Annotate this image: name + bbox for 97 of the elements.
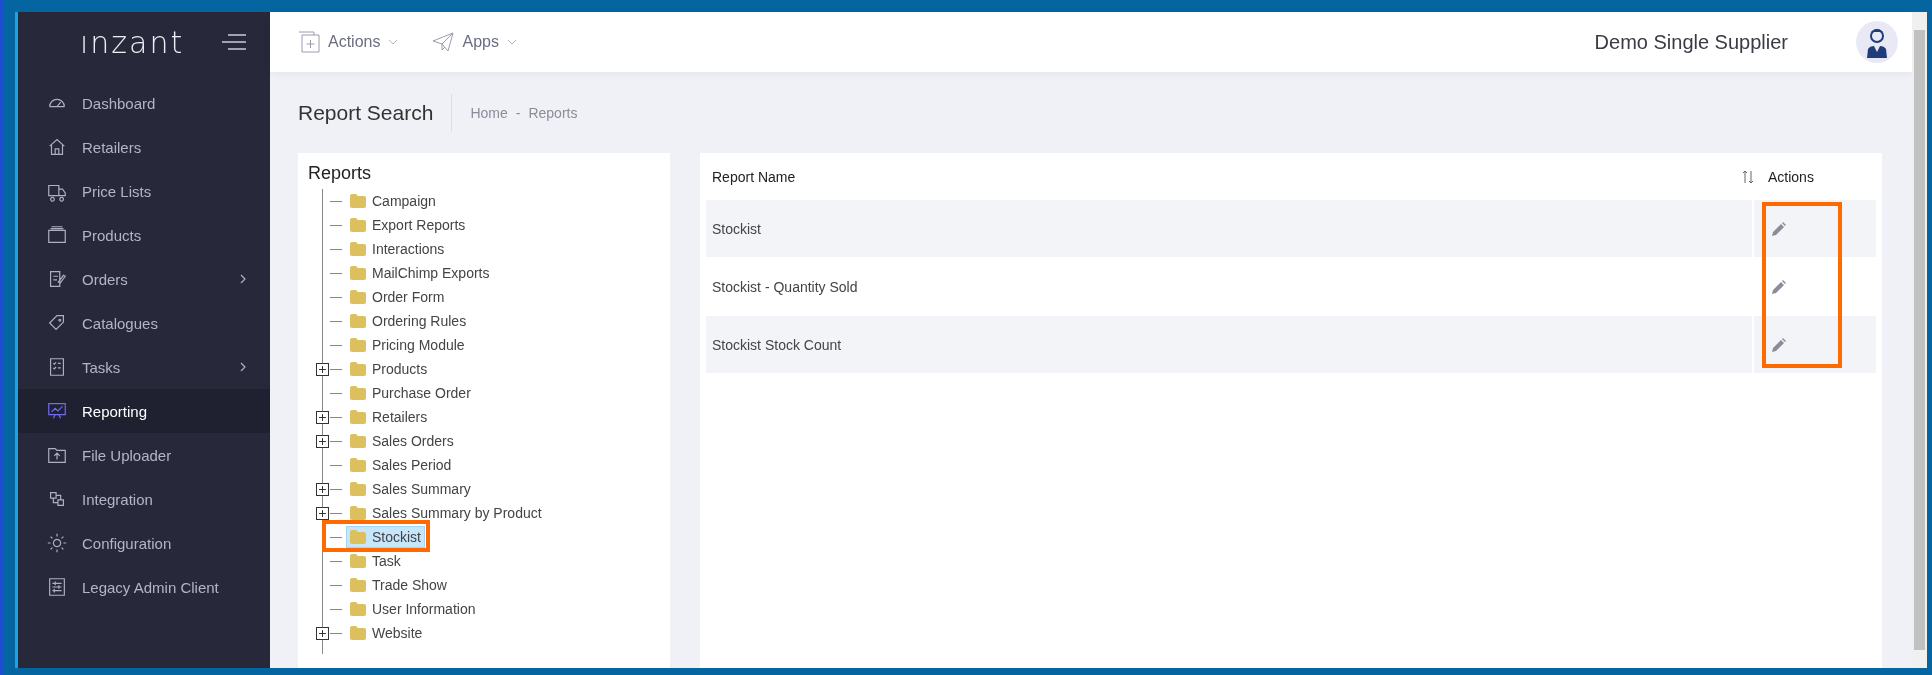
add-window-icon <box>298 31 320 53</box>
folder-icon <box>350 314 366 328</box>
folder-icon <box>350 242 366 256</box>
expand-icon[interactable] <box>316 411 329 424</box>
tree-item[interactable]: User Information <box>346 598 480 620</box>
nav-item[interactable]: Tasks <box>18 345 270 389</box>
nav-label: Retailers <box>82 138 143 156</box>
tree-item[interactable]: Sales Period <box>346 454 456 476</box>
caret-icon <box>506 39 517 45</box>
nav-label: Orders <box>82 270 129 288</box>
table-cell-text: Stockist <box>711 220 762 237</box>
nav-item[interactable]: Catalogues <box>18 301 270 345</box>
tree-item[interactable]: Order Form <box>346 286 449 308</box>
tree-item[interactable]: Ordering Rules <box>346 310 471 332</box>
tree-item[interactable]: Stockist <box>346 526 425 548</box>
folder-icon <box>350 482 366 496</box>
tree-item[interactable]: Task <box>346 550 405 572</box>
tree-item[interactable]: Export Reports <box>346 214 470 236</box>
edit-icon[interactable] <box>1772 221 1786 236</box>
nav-item[interactable]: Orders <box>18 257 270 301</box>
nav-label: Integration <box>82 490 154 508</box>
folder-icon <box>350 410 366 424</box>
nav-icon <box>46 532 68 554</box>
tree-item[interactable]: Pricing Module <box>346 334 469 356</box>
folder-icon <box>350 626 366 640</box>
nav-label: Dashboard <box>82 94 157 112</box>
expand-icon[interactable] <box>316 435 329 448</box>
folder-icon <box>350 386 366 400</box>
folder-icon <box>350 530 366 544</box>
folder-icon <box>350 434 366 448</box>
paper-plane-icon <box>432 31 455 53</box>
expand-icon[interactable] <box>316 507 329 520</box>
folder-icon <box>350 362 366 376</box>
sort-icon[interactable] <box>1742 169 1754 184</box>
tree-item[interactable]: Purchase Order <box>346 382 475 404</box>
avatar-icon[interactable] <box>1856 21 1898 63</box>
menu-icon[interactable] <box>222 34 246 50</box>
expand-icon[interactable] <box>316 483 329 496</box>
table-cell-text: Stockist Stock Count <box>711 336 843 353</box>
tree-item[interactable]: Sales Summary by Product <box>346 502 546 524</box>
folder-icon <box>350 458 366 472</box>
nav-item[interactable]: Integration <box>18 477 270 521</box>
nav-icon <box>46 576 68 598</box>
scrollbar[interactable] <box>1912 12 1927 668</box>
tree-item[interactable]: Interactions <box>346 238 449 260</box>
nav-item[interactable]: Reporting <box>18 389 270 433</box>
nav-label: Catalogues <box>82 314 159 332</box>
column-header: Actions <box>1768 168 1815 185</box>
folder-icon <box>350 554 366 568</box>
nav-label: File Uploader <box>82 446 173 464</box>
nav-item[interactable]: Retailers <box>18 125 270 169</box>
menu-dropdown[interactable]: Actions <box>298 31 399 53</box>
folder-icon <box>350 602 366 616</box>
logo[interactable]: ınzant <box>80 24 185 60</box>
folder-icon <box>350 578 366 592</box>
tree-item[interactable]: MailChimp Exports <box>346 262 494 284</box>
company-name: Demo Single Supplier <box>1594 30 1788 54</box>
nav-label: Reporting <box>82 402 149 420</box>
column-header[interactable]: Report Name <box>706 168 1742 185</box>
nav-item[interactable]: File Uploader <box>18 433 270 477</box>
tree-item[interactable]: Campaign <box>346 190 440 212</box>
nav-label: Legacy Admin Client <box>82 578 220 596</box>
nav-label: Products <box>82 226 143 244</box>
page-title: Report Search <box>298 100 434 125</box>
tree-item[interactable]: Retailers <box>346 406 432 428</box>
nav-label: Configuration <box>82 534 173 552</box>
nav-label: Tasks <box>82 358 122 376</box>
tree-item[interactable]: Sales Summary <box>346 478 475 500</box>
caret-icon <box>388 39 399 45</box>
nav-label: Price Lists <box>82 182 153 200</box>
folder-icon <box>350 194 366 208</box>
edit-icon[interactable] <box>1772 337 1786 352</box>
expand-icon[interactable] <box>316 627 329 640</box>
folder-icon <box>350 338 366 352</box>
expand-icon[interactable] <box>316 363 329 376</box>
chevron-icon <box>240 362 246 372</box>
folder-icon <box>350 218 366 232</box>
tree-item[interactable]: Products <box>346 358 432 380</box>
menu-dropdown[interactable]: Apps <box>432 31 517 53</box>
table-cell-text: Stockist - Quantity Sold <box>711 278 859 295</box>
edit-icon[interactable] <box>1772 279 1786 294</box>
breadcrumb-separator: - <box>515 104 521 121</box>
chevron-icon <box>240 274 246 284</box>
tree-item[interactable]: Sales Orders <box>346 430 458 452</box>
nav-icon <box>46 136 68 158</box>
nav-icon <box>46 224 68 246</box>
nav-item[interactable]: Legacy Admin Client <box>18 565 270 609</box>
folder-icon <box>350 506 366 520</box>
nav-item[interactable]: Price Lists <box>18 169 270 213</box>
panel-title: Reports <box>308 163 373 184</box>
folder-icon <box>350 290 366 304</box>
nav-item[interactable]: Configuration <box>18 521 270 565</box>
folder-icon <box>350 266 366 280</box>
nav-item[interactable]: Dashboard <box>18 81 270 125</box>
nav-item[interactable]: Products <box>18 213 270 257</box>
tree-item[interactable]: Trade Show <box>346 574 451 596</box>
tree-item[interactable]: Website <box>346 622 427 644</box>
